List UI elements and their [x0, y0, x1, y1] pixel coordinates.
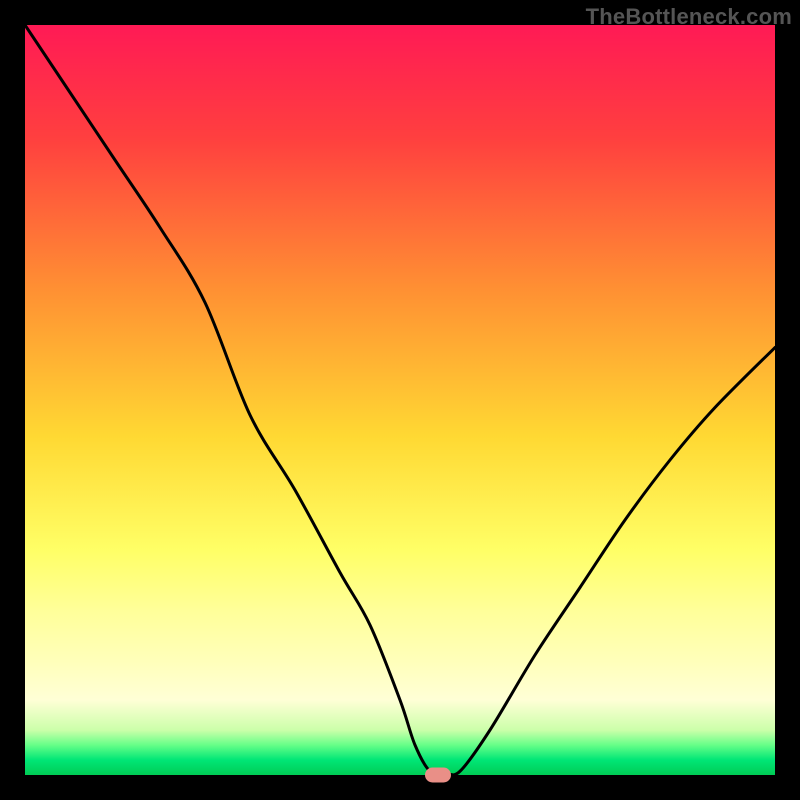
- chart-container: TheBottleneck.com: [0, 0, 800, 800]
- plot-area: [25, 25, 775, 775]
